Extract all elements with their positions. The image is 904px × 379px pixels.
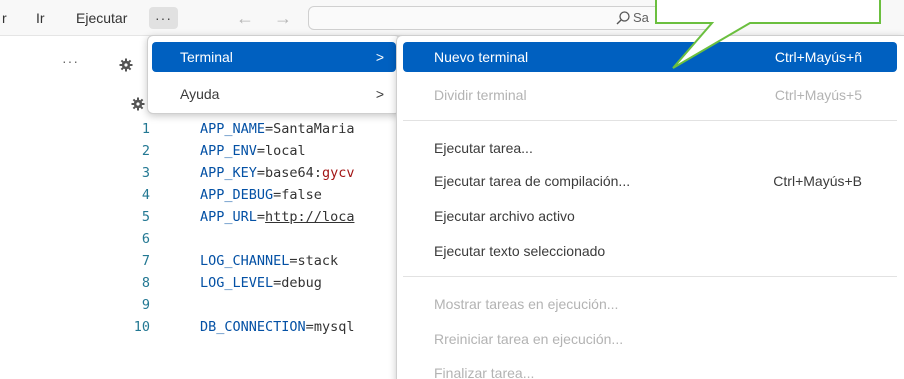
env-key: LOG_CHANNEL (200, 253, 290, 269)
menu-item-terminal[interactable]: Terminal > (152, 42, 396, 72)
menu-separator (403, 276, 897, 277)
gear-icon (119, 58, 133, 72)
env-value: stack (297, 253, 339, 269)
code-line: 10 DB_CONNECTION=mysql (0, 316, 400, 338)
menu-item-ir[interactable]: Ir (32, 7, 49, 29)
env-key: APP_ENV (200, 143, 257, 159)
code-line: 3 APP_KEY=base64:gycv (0, 162, 400, 184)
env-key: APP_URL (200, 209, 257, 225)
gear-icon (131, 97, 145, 111)
menu-item-mostrar-tareas[interactable]: Mostrar tareas en ejecución... (403, 289, 897, 319)
overflow-menu: Terminal > Ayuda > (147, 35, 401, 114)
menu-item-ejecutar[interactable]: Ejecutar (72, 7, 131, 29)
line-number: 5 (141, 209, 150, 225)
more-actions-icon[interactable]: ··· (62, 53, 79, 69)
menu-item-label: Ejecutar tarea de compilación... (434, 173, 631, 189)
menu-separator (403, 120, 897, 121)
menu-item-nuevo-terminal[interactable]: Nuevo terminal Ctrl+Mayús+ñ (403, 42, 897, 72)
code-line: 9 (0, 294, 400, 316)
code-line: 5 APP_URL=http://loca (0, 206, 400, 228)
search-icon (616, 11, 630, 25)
menu-item-shortcut: Ctrl+Mayús+B (773, 173, 862, 189)
search-text: Sa (633, 10, 649, 25)
line-number: 8 (141, 275, 150, 291)
menu-item-label: Terminal (180, 49, 233, 65)
command-center-search[interactable]: Sa (308, 6, 728, 30)
code-line: 6 (0, 228, 400, 250)
forward-arrow-icon[interactable]: → (274, 7, 292, 29)
menu-item-label: Nuevo terminal (434, 49, 529, 65)
menu-item-label: Mostrar tareas en ejecución... (434, 296, 619, 312)
line-number: 4 (141, 187, 150, 203)
menu-item-label: Ejecutar tarea... (434, 140, 533, 156)
back-arrow-icon[interactable]: ← (236, 7, 254, 29)
env-value: debug (281, 275, 322, 291)
env-value: mysql (313, 319, 355, 335)
env-key: APP_KEY (200, 165, 257, 181)
chevron-right-icon: > (375, 86, 384, 102)
code-line: 8 LOG_LEVEL=debug (0, 272, 400, 294)
env-value: false (281, 187, 322, 203)
line-number: 1 (141, 121, 150, 137)
env-value: local (265, 143, 306, 159)
menu-item-label: Dividir terminal (434, 87, 527, 103)
line-number: 6 (141, 231, 150, 247)
menu-item-partial[interactable]: r (0, 7, 11, 29)
code-line: 4 APP_DEBUG=false (0, 184, 400, 206)
menu-item-shortcut: Ctrl+Mayús+5 (774, 87, 862, 103)
env-key: APP_DEBUG (200, 187, 274, 203)
menu-item-finalizar-tarea[interactable]: Finalizar tarea... (403, 358, 897, 379)
menu-item-label: Ejecutar archivo activo (434, 208, 575, 224)
menu-more-button[interactable]: ··· (149, 7, 178, 29)
env-value: SantaMaria (273, 121, 355, 137)
chevron-right-icon: > (375, 49, 384, 65)
env-key: LOG_LEVEL (200, 275, 274, 291)
menu-item-label: Finalizar tarea... (434, 365, 535, 379)
menu-item-label: Ejecutar texto seleccionado (434, 243, 606, 259)
line-number: 3 (141, 165, 150, 181)
menu-item-ejecutar-compilacion[interactable]: Ejecutar tarea de compilación... Ctrl+Ma… (403, 166, 897, 196)
env-key: APP_NAME (200, 121, 266, 137)
terminal-submenu: Nuevo terminal Ctrl+Mayús+ñ Dividir term… (396, 35, 904, 379)
menu-item-ejecutar-tarea[interactable]: Ejecutar tarea... (403, 133, 897, 163)
menu-item-reiniciar-tarea[interactable]: Rreiniciar tarea en ejecución... (403, 324, 897, 354)
menu-item-ejecutar-texto-seleccionado[interactable]: Ejecutar texto seleccionado (403, 236, 897, 266)
code-line: 7 LOG_CHANNEL=stack (0, 250, 400, 272)
menu-item-ayuda[interactable]: Ayuda > (152, 79, 396, 109)
line-number: 7 (141, 253, 150, 269)
code-line: 2 APP_ENV=local (0, 140, 400, 162)
menu-item-ejecutar-archivo-activo[interactable]: Ejecutar archivo activo (403, 201, 897, 231)
menu-item-label: Rreiniciar tarea en ejecución... (434, 331, 624, 347)
menu-item-dividir-terminal[interactable]: Dividir terminal Ctrl+Mayús+5 (403, 80, 897, 110)
line-number: 2 (141, 143, 150, 159)
env-key: DB_CONNECTION (200, 319, 306, 335)
menu-item-shortcut: Ctrl+Mayús+ñ (774, 49, 862, 65)
menu-item-label: Ayuda (180, 86, 220, 102)
env-value: base64: (265, 165, 322, 181)
line-number: 9 (141, 297, 150, 313)
env-value-secret: gycv (321, 165, 355, 181)
line-number: 10 (133, 319, 150, 335)
code-line: 1 APP_NAME=SantaMaria (0, 118, 400, 140)
menu-bar: r Ir Ejecutar ··· ← → Sa (0, 0, 904, 36)
env-value-link[interactable]: http://loca (265, 209, 354, 225)
